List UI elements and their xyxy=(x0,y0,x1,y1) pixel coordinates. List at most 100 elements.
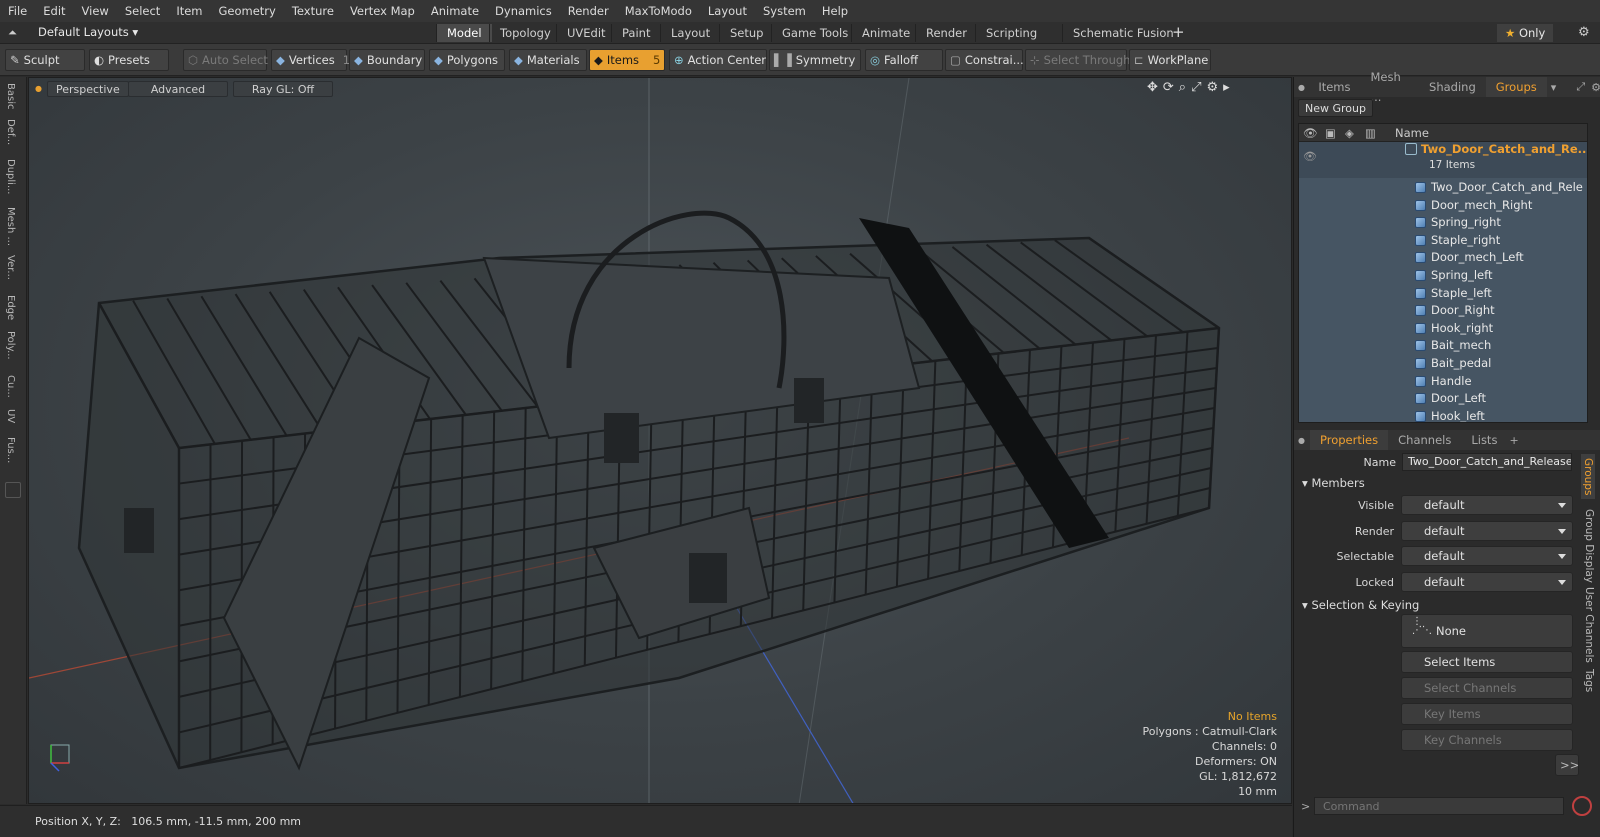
record-macro-icon[interactable] xyxy=(1572,796,1592,816)
menu-animate[interactable]: Animate xyxy=(423,0,487,22)
items-button[interactable]: ◆ Items 5 xyxy=(589,49,665,71)
member-row[interactable]: Door_mech_Right xyxy=(1299,195,1587,214)
tab-items[interactable]: Items xyxy=(1308,77,1360,97)
side-tab-tags[interactable]: Tags xyxy=(1583,669,1595,692)
tab-setup[interactable]: Setup xyxy=(719,24,773,42)
selectable-dropdown[interactable]: default xyxy=(1401,546,1573,566)
menu-item[interactable]: Item xyxy=(168,0,210,22)
tab-shading[interactable]: Shading xyxy=(1419,77,1486,97)
vertices-button[interactable]: ◆ Vertices 1 xyxy=(271,49,350,71)
left-tab-edge[interactable]: Edge xyxy=(5,295,16,320)
render-column-icon[interactable]: ▣ xyxy=(1325,124,1336,142)
member-row[interactable]: Handle xyxy=(1299,371,1587,390)
layout-expand-icon[interactable]: ⏶ xyxy=(8,26,17,40)
symmetry-button[interactable]: ▌▐ Symmetry xyxy=(769,49,861,71)
left-tab-fusion[interactable]: Fus... xyxy=(5,437,16,463)
menu-help[interactable]: Help xyxy=(814,0,856,22)
action-center-button[interactable]: ⊕ Action Center xyxy=(669,49,767,71)
menu-layout[interactable]: Layout xyxy=(700,0,755,22)
tab-properties[interactable]: Properties xyxy=(1310,430,1389,450)
group-row[interactable]: 👁 Two_Door_Catch_and_Re... 17 Items xyxy=(1299,142,1587,178)
left-tab-duplicate[interactable]: Dupli... xyxy=(5,159,16,194)
member-row[interactable]: Spring_left xyxy=(1299,266,1587,284)
workplane-button[interactable]: ⊏ WorkPlane xyxy=(1129,49,1211,71)
menu-render[interactable]: Render xyxy=(560,0,617,22)
command-input[interactable] xyxy=(1314,797,1564,815)
tab-schematic-fusion[interactable]: Schematic Fusion xyxy=(1062,24,1184,42)
materials-button[interactable]: ◆ Materials xyxy=(509,49,587,71)
render-dropdown[interactable]: default xyxy=(1401,521,1573,541)
member-row[interactable]: Staple_left xyxy=(1299,283,1587,302)
menu-system[interactable]: System xyxy=(755,0,814,22)
tab-render[interactable]: Render xyxy=(915,24,977,42)
menu-file[interactable]: File xyxy=(0,0,35,22)
none-button[interactable]: ⋮ ⋰⋱ None xyxy=(1401,614,1573,648)
left-tab-deform[interactable]: Def... xyxy=(5,119,16,145)
layout-dropdown[interactable]: Default Layouts ▾ xyxy=(38,25,138,39)
tab-animate[interactable]: Animate xyxy=(851,24,920,42)
select-column-icon[interactable]: ◈ xyxy=(1345,124,1354,142)
group-visibility-icon[interactable]: 👁 xyxy=(1303,150,1317,163)
member-row[interactable]: Door_Left xyxy=(1299,389,1587,408)
locked-dropdown[interactable]: default xyxy=(1401,572,1573,592)
tab-model[interactable]: Model xyxy=(436,24,492,42)
lock-column-icon[interactable]: ▥ xyxy=(1365,124,1376,142)
polygons-button[interactable]: ◆ Polygons xyxy=(429,49,505,71)
menu-maxtomodo[interactable]: MaxToModo xyxy=(617,0,700,22)
select-items-button[interactable]: Select Items xyxy=(1401,651,1573,673)
boundary-button[interactable]: ◆ Boundary xyxy=(349,49,425,71)
side-tab-user-channels[interactable]: User Channels xyxy=(1583,587,1595,663)
sculpt-button[interactable]: ✎ Sculpt xyxy=(5,49,85,71)
tab-lists[interactable]: Lists xyxy=(1461,430,1507,450)
menu-select[interactable]: Select xyxy=(117,0,168,22)
left-tab-vertex[interactable]: Ver... xyxy=(5,255,16,280)
properties-menu-icon[interactable]: ● xyxy=(1298,436,1310,445)
member-row[interactable]: Staple_right xyxy=(1299,230,1587,249)
side-tab-group-display[interactable]: Group Display xyxy=(1583,509,1595,583)
settings-gear-icon[interactable]: ⚙ xyxy=(1578,25,1590,40)
visibility-column-icon[interactable]: 👁 xyxy=(1303,124,1318,142)
tab-paint[interactable]: Paint xyxy=(611,24,660,42)
add-tab-icon[interactable]: + xyxy=(1172,23,1185,41)
menu-texture[interactable]: Texture xyxy=(284,0,342,22)
selection-keying-section-header[interactable]: ▾ Selection & Keying xyxy=(1302,598,1419,612)
falloff-button[interactable]: ◎ Falloff xyxy=(865,49,943,71)
tab-topology[interactable]: Topology xyxy=(489,24,561,42)
tab-game-tools[interactable]: Game Tools xyxy=(771,24,858,42)
left-tab-mesh[interactable]: Mesh ... xyxy=(5,207,16,246)
side-tab-groups[interactable]: Groups xyxy=(1581,454,1595,500)
left-tab-curve[interactable]: Cu... xyxy=(5,375,16,398)
select-channels-button[interactable]: Select Channels xyxy=(1401,677,1573,699)
tabs-more-icon[interactable]: ▾ xyxy=(1551,81,1557,94)
presets-button[interactable]: ◐ Presets xyxy=(89,49,169,71)
menu-dynamics[interactable]: Dynamics xyxy=(487,0,560,22)
more-button[interactable]: >> xyxy=(1555,754,1579,776)
member-row[interactable]: Door_mech_Left xyxy=(1299,248,1587,267)
auto-select-button[interactable]: ⬡ Auto Select xyxy=(183,49,268,71)
key-channels-button[interactable]: Key Channels xyxy=(1401,729,1573,751)
left-tab-basic[interactable]: Basic xyxy=(5,83,16,109)
tab-scripting[interactable]: Scripting xyxy=(975,24,1047,42)
tab-groups[interactable]: Groups xyxy=(1485,77,1547,97)
constraints-button[interactable]: ▢ Constrai... xyxy=(945,49,1024,71)
member-row[interactable]: Two_Door_Catch_and_Rele ... xyxy=(1299,178,1587,196)
member-row[interactable]: Door_Right xyxy=(1299,301,1587,320)
left-tab-uv[interactable]: UV xyxy=(5,409,16,423)
panel-menu-icon[interactable]: ● xyxy=(1298,83,1308,92)
member-row[interactable]: Hook_left xyxy=(1299,406,1587,422)
tab-layout[interactable]: Layout xyxy=(660,24,720,42)
new-group-button[interactable]: New Group xyxy=(1298,99,1373,117)
member-row[interactable]: Spring_right xyxy=(1299,213,1587,232)
tab-channels[interactable]: Channels xyxy=(1388,430,1461,450)
key-items-button[interactable]: Key Items xyxy=(1401,703,1573,725)
menu-vertex-map[interactable]: Vertex Map xyxy=(342,0,423,22)
select-through-button[interactable]: ⊹ Select Through xyxy=(1025,49,1130,71)
add-properties-tab-icon[interactable]: + xyxy=(1509,434,1518,447)
only-toggle[interactable]: ★ Only xyxy=(1497,24,1554,42)
members-section-header[interactable]: ▾ Members xyxy=(1302,476,1365,490)
menu-view[interactable]: View xyxy=(74,0,117,22)
panel-gear-icon[interactable]: ⚙ xyxy=(1591,81,1600,94)
member-row[interactable]: Bait_pedal xyxy=(1299,354,1587,372)
visible-dropdown[interactable]: default xyxy=(1401,495,1573,515)
tab-uvedit[interactable]: UVEdit xyxy=(556,24,616,42)
